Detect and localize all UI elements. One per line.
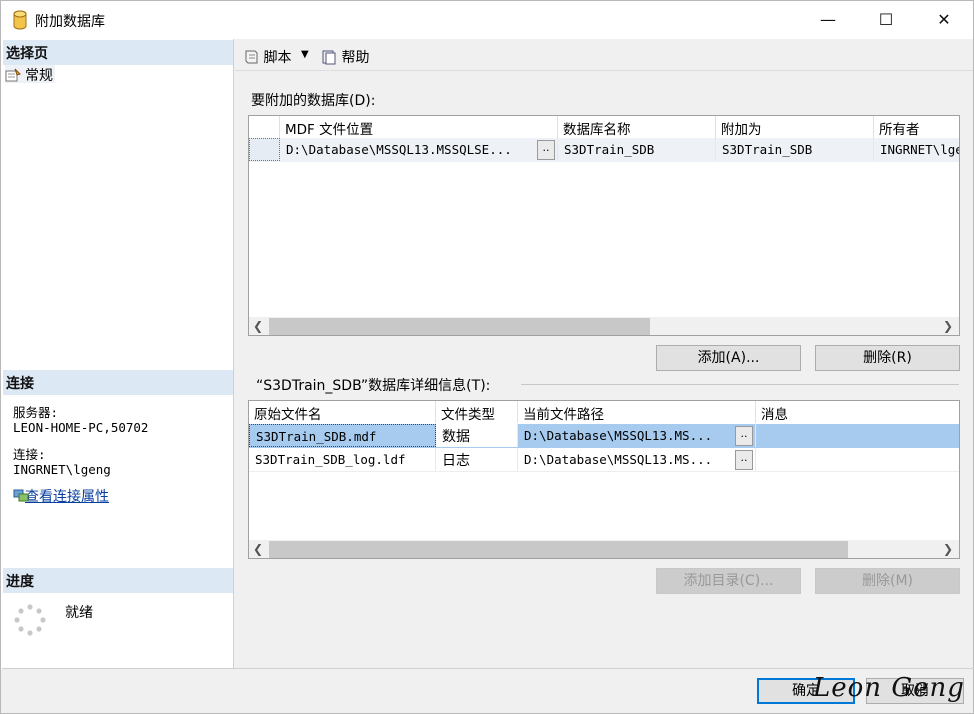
title-bar: 附加数据库 — ☐ ✕	[1, 1, 973, 39]
toolbar: 脚本 ▼ 帮助	[235, 39, 973, 71]
connection-header: 连接	[3, 370, 233, 395]
connection-properties-icon	[13, 489, 29, 502]
page-item-general[interactable]: 常规	[5, 65, 55, 84]
column-mdf-location[interactable]: MDF 文件位置	[280, 116, 558, 138]
progress-header: 进度	[3, 568, 233, 593]
attach-databases-grid[interactable]: MDF 文件位置 数据库名称 附加为 所有者 D:\Database\MSSQL…	[248, 115, 960, 336]
script-icon	[245, 50, 258, 64]
script-label: 脚本	[263, 50, 292, 66]
column-owner[interactable]: 所有者	[874, 116, 959, 138]
signature-watermark: Leon Geng	[813, 673, 965, 703]
column-file-type[interactable]: 文件类型	[436, 401, 518, 423]
column-current-file-path[interactable]: 当前文件路径	[518, 401, 756, 423]
scroll-left-icon[interactable]: ❮	[249, 540, 267, 558]
column-database-name[interactable]: 数据库名称	[558, 116, 716, 138]
attach-databases-label: 要附加的数据库(D):	[251, 93, 376, 109]
connection-value: INGRNET\lgeng	[13, 462, 111, 477]
view-connection-properties[interactable]: 查看连接属性	[13, 486, 109, 506]
details-horizontal-scrollbar[interactable]: ❮ ❯	[249, 540, 959, 558]
server-value: LEON-HOME-PC,50702	[13, 420, 149, 435]
row-selector[interactable]	[249, 138, 280, 161]
column-attach-as[interactable]: 附加为	[716, 116, 874, 138]
database-icon	[13, 10, 27, 30]
scroll-right-icon[interactable]: ❯	[939, 540, 957, 558]
script-button[interactable]: 脚本	[243, 47, 291, 67]
table-row[interactable]: S3DTrain_SDB_log.ldf 日志 D:\Database\MSSQ…	[249, 448, 959, 472]
scroll-right-icon[interactable]: ❯	[939, 317, 957, 335]
database-details-grid[interactable]: 原始文件名 文件类型 当前文件路径 消息 S3DTrain_SDB.mdf 数据…	[248, 400, 960, 559]
original-file-name-cell[interactable]: S3DTrain_SDB.mdf	[249, 424, 436, 447]
original-file-name-cell[interactable]: S3DTrain_SDB_log.ldf	[249, 448, 436, 471]
group-divider	[521, 384, 959, 385]
maximize-button[interactable]: ☐	[857, 1, 915, 39]
status-text: 就绪	[65, 605, 93, 621]
page-item-label: 常规	[25, 68, 53, 84]
attach-database-dialog: 附加数据库 — ☐ ✕ 选择页 常规 连接 服务器: LEON-HOME-PC,…	[0, 0, 974, 714]
window-title: 附加数据库	[35, 14, 105, 30]
browse-path-button[interactable]: ..	[735, 450, 753, 470]
help-button[interactable]: 帮助	[321, 47, 369, 67]
left-pane: 选择页 常规 连接 服务器: LEON-HOME-PC,50702 连接: IN…	[1, 39, 234, 669]
browse-mdf-button[interactable]: ..	[537, 140, 555, 160]
add-catalog-button[interactable]: 添加目录(C)...	[656, 568, 801, 594]
help-label: 帮助	[341, 50, 370, 66]
current-file-path-cell[interactable]: D:\Database\MSSQL13.MS...	[518, 448, 756, 471]
script-dropdown-arrow-icon[interactable]: ▼	[301, 49, 309, 60]
add-database-button[interactable]: 添加(A)...	[656, 345, 801, 371]
connection-label: 连接:	[13, 447, 46, 462]
scroll-left-icon[interactable]: ❮	[249, 317, 267, 335]
database-name-cell[interactable]: S3DTrain_SDB	[558, 138, 716, 161]
file-type-cell[interactable]: 数据	[436, 424, 518, 447]
current-file-path-cell[interactable]: D:\Database\MSSQL13.MS...	[518, 424, 756, 447]
scroll-thumb[interactable]	[269, 541, 848, 558]
toolbar-divider	[235, 70, 973, 71]
close-button[interactable]: ✕	[915, 1, 973, 39]
browse-path-button[interactable]: ..	[735, 426, 753, 446]
message-cell	[756, 448, 959, 471]
remove-file-button[interactable]: 删除(M)	[815, 568, 960, 594]
file-type-cell[interactable]: 日志	[436, 448, 518, 471]
server-label: 服务器:	[13, 405, 59, 420]
attach-as-cell[interactable]: S3DTrain_SDB	[716, 138, 874, 161]
help-icon	[322, 50, 336, 65]
table-row[interactable]: S3DTrain_SDB.mdf 数据 D:\Database\MSSQL13.…	[249, 424, 959, 448]
page-wrench-icon	[5, 68, 21, 82]
column-original-file-name[interactable]: 原始文件名	[249, 401, 436, 423]
attach-horizontal-scrollbar[interactable]: ❮ ❯	[249, 317, 959, 335]
select-page-header: 选择页	[3, 40, 233, 65]
message-cell	[756, 424, 959, 447]
scroll-thumb[interactable]	[269, 318, 650, 335]
table-row[interactable]: D:\Database\MSSQL13.MSSQLSE... .. S3DTra…	[249, 138, 959, 162]
view-connection-properties-link[interactable]: 查看连接属性	[25, 489, 109, 505]
remove-database-button[interactable]: 删除(R)	[815, 345, 960, 371]
minimize-button[interactable]: —	[799, 1, 857, 39]
footer-divider	[2, 668, 974, 669]
progress-spinner-icon	[14, 604, 46, 636]
column-message[interactable]: 消息	[756, 401, 959, 423]
database-details-label: “S3DTrain_SDB”数据库详细信息(T):	[256, 378, 491, 394]
owner-cell[interactable]: INGRNET\lgeng	[874, 138, 959, 161]
row-header-corner	[249, 116, 280, 138]
mdf-location-cell[interactable]: D:\Database\MSSQL13.MSSQLSE...	[280, 138, 558, 161]
